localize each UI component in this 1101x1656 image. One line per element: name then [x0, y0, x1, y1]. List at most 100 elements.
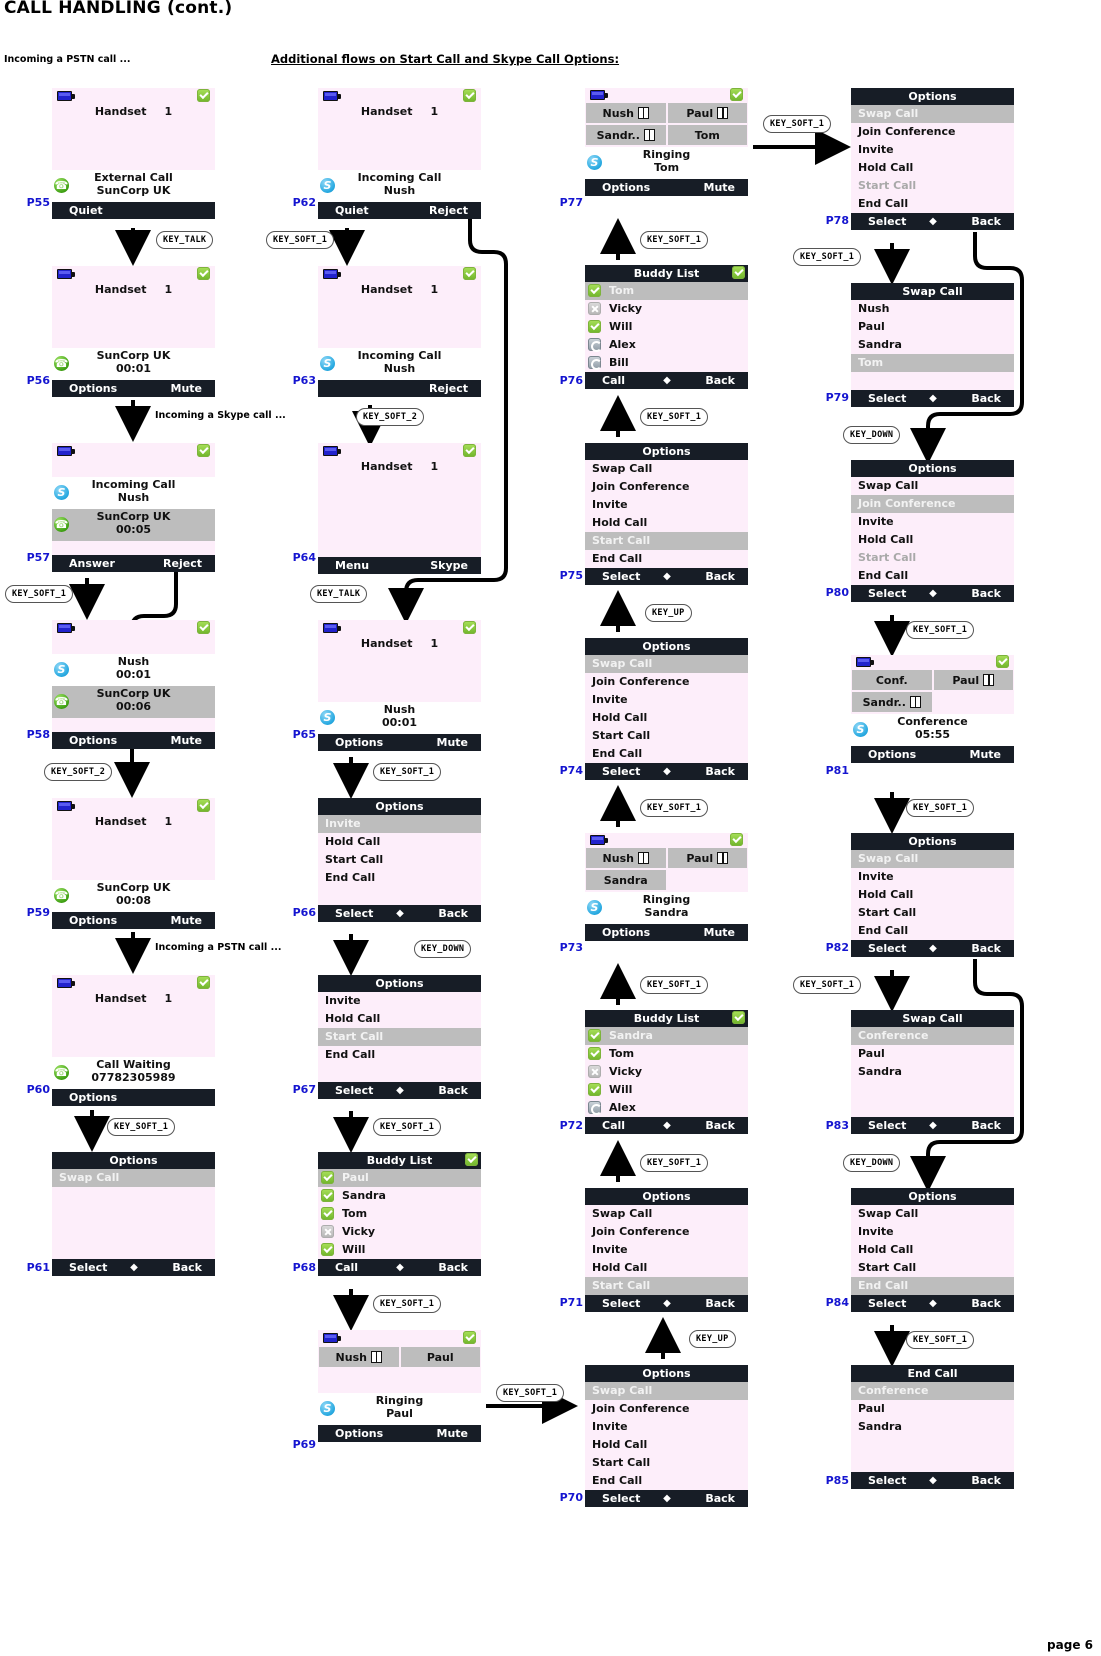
- key-talk[interactable]: KEY_TALK: [310, 585, 368, 603]
- softkey-bar[interactable]: Select ◆ Back: [318, 1082, 481, 1099]
- menu-item[interactable]: Swap Call: [851, 850, 1014, 868]
- list-item[interactable]: Alex: [585, 336, 748, 354]
- softkey-left[interactable]: Options: [69, 914, 117, 927]
- softkey-left[interactable]: Select: [602, 765, 640, 778]
- screen-P80[interactable]: Options Swap Call Join Conference Invite…: [851, 460, 1014, 602]
- softkey-bar[interactable]: Quiet: [52, 202, 215, 219]
- softkey-right[interactable]: Mute: [970, 748, 1002, 761]
- menu-item[interactable]: Conference: [851, 1382, 1014, 1400]
- softkey-left[interactable]: Call: [602, 1119, 625, 1132]
- screen-P56[interactable]: Handset 1 SunCorp UK 00:01 Options Mute: [52, 266, 215, 397]
- softkey-bar[interactable]: Select ◆ Back: [851, 1472, 1014, 1489]
- menu-item[interactable]: Paul: [851, 318, 1014, 336]
- menu-item[interactable]: Join Conference: [585, 1223, 748, 1241]
- softkey-left[interactable]: Options: [602, 181, 650, 194]
- menu-item[interactable]: Invite: [585, 1418, 748, 1436]
- softkey-bar[interactable]: Select ◆ Back: [851, 213, 1014, 230]
- menu-list[interactable]: Swap Call: [52, 1169, 215, 1187]
- screen-P70[interactable]: Options Swap Call Join Conference Invite…: [585, 1365, 748, 1507]
- screen-P75[interactable]: Options Swap Call Join Conference Invite…: [585, 443, 748, 585]
- softkey-bar[interactable]: Options Mute: [318, 734, 481, 751]
- key-soft-1[interactable]: KEY_SOFT_1: [906, 799, 975, 817]
- softkey-left[interactable]: Select: [868, 942, 906, 955]
- menu-item[interactable]: Join Conference: [585, 1400, 748, 1418]
- menu-item[interactable]: Start Call: [585, 532, 748, 550]
- menu-item[interactable]: Invite: [851, 513, 1014, 531]
- screen-P69[interactable]: Nush Paul S Ringing Paul Options Mute: [318, 1330, 481, 1442]
- menu-item[interactable]: Conference: [851, 1027, 1014, 1045]
- list-item[interactable]: Tom: [585, 282, 748, 300]
- menu-item[interactable]: Swap Call: [851, 477, 1014, 495]
- softkey-bar[interactable]: Options Mute: [585, 179, 748, 196]
- menu-item[interactable]: Nush: [851, 300, 1014, 318]
- key-soft-1[interactable]: KEY_SOFT_1: [373, 763, 442, 781]
- menu-item[interactable]: Sandra: [851, 1063, 1014, 1081]
- softkey-bar[interactable]: Select ◆ Back: [585, 763, 748, 780]
- menu-list[interactable]: Swap Call Invite Hold Call Start Call En…: [851, 850, 1014, 940]
- softkey-left[interactable]: Select: [868, 392, 906, 405]
- key-down[interactable]: KEY_DOWN: [843, 1154, 901, 1172]
- screen-P65[interactable]: Handset 1 S Nush 00:01 Options Mute: [318, 620, 481, 751]
- list-item[interactable]: Vicky: [585, 1063, 748, 1081]
- softkey-left[interactable]: Options: [602, 926, 650, 939]
- call-line-button[interactable]: Sandr..: [852, 692, 932, 712]
- call-line-button[interactable]: Paul: [933, 670, 1013, 690]
- softkey-left[interactable]: Options: [335, 1427, 383, 1440]
- buddy-list[interactable]: Tom Vicky Will Alex Bill: [585, 282, 748, 372]
- menu-item[interactable]: Start Call: [851, 904, 1014, 922]
- menu-item[interactable]: Invite: [318, 815, 481, 833]
- menu-item[interactable]: Swap Call: [52, 1169, 215, 1187]
- softkey-bar[interactable]: Options Mute: [52, 912, 215, 929]
- softkey-left[interactable]: Select: [868, 1474, 906, 1487]
- menu-item[interactable]: Invite: [585, 496, 748, 514]
- screen-P66[interactable]: Options Invite Hold Call Start Call End …: [318, 798, 481, 922]
- list-item[interactable]: Sandra: [585, 1027, 748, 1045]
- softkey-left[interactable]: Select: [602, 570, 640, 583]
- screen-P74[interactable]: Options Swap Call Join Conference Invite…: [585, 638, 748, 780]
- softkey-right[interactable]: Back: [705, 765, 735, 778]
- softkey-left[interactable]: Options: [69, 1091, 117, 1104]
- softkey-left[interactable]: Select: [335, 907, 373, 920]
- menu-item[interactable]: End Call: [851, 1277, 1014, 1295]
- menu-item[interactable]: Hold Call: [585, 1259, 748, 1277]
- list-item[interactable]: Will: [585, 318, 748, 336]
- softkey-right[interactable]: Reject: [163, 557, 202, 570]
- softkey-left[interactable]: Select: [602, 1297, 640, 1310]
- menu-list[interactable]: Swap Call Join Conference Invite Hold Ca…: [585, 1205, 748, 1295]
- list-item[interactable]: Bill: [585, 354, 748, 372]
- key-soft-1[interactable]: KEY_SOFT_1: [373, 1295, 442, 1313]
- screen-P59[interactable]: Handset 1 SunCorp UK 00:08 Options Mute: [52, 798, 215, 929]
- list-item[interactable]: Sandra: [318, 1187, 481, 1205]
- key-soft-1[interactable]: KEY_SOFT_1: [5, 585, 74, 603]
- menu-item[interactable]: Start Call: [585, 1277, 748, 1295]
- menu-item[interactable]: Join Conference: [585, 673, 748, 691]
- softkey-right[interactable]: Back: [705, 1297, 735, 1310]
- softkey-right[interactable]: Back: [705, 1492, 735, 1505]
- key-soft-1[interactable]: KEY_SOFT_1: [793, 248, 862, 266]
- key-soft-1[interactable]: KEY_SOFT_1: [640, 976, 709, 994]
- menu-item[interactable]: Hold Call: [585, 514, 748, 532]
- screen-P61[interactable]: Options Swap Call Select ◆ Back: [52, 1152, 215, 1276]
- softkey-left[interactable]: Menu: [335, 559, 369, 572]
- softkey-left[interactable]: Quiet: [69, 204, 103, 217]
- screen-P60[interactable]: Handset 1 Call Waiting 07782305989 Option…: [52, 975, 215, 1106]
- call-line-button[interactable]: Paul: [400, 1347, 480, 1367]
- menu-list[interactable]: Swap Call Join Conference Invite Hold Ca…: [851, 477, 1014, 585]
- menu-item[interactable]: Join Conference: [851, 123, 1014, 141]
- softkey-right[interactable]: Back: [971, 392, 1001, 405]
- screen-P78[interactable]: Options Swap Call Join Conference Invite…: [851, 88, 1014, 230]
- screen-P77[interactable]: Nush Paul Sandr.. Tom S Ringing Tom Opti…: [585, 88, 748, 196]
- key-soft-1[interactable]: KEY_SOFT_1: [640, 1154, 709, 1172]
- softkey-bar[interactable]: Menu Skype: [318, 557, 481, 574]
- softkey-right[interactable]: Back: [705, 374, 735, 387]
- screen-P82[interactable]: Options Swap Call Invite Hold Call Start…: [851, 833, 1014, 957]
- screen-P79[interactable]: Swap Call Nush Paul Sandra Tom Select ◆ …: [851, 283, 1014, 407]
- menu-item[interactable]: Hold Call: [851, 886, 1014, 904]
- menu-list[interactable]: Conference Paul Sandra: [851, 1382, 1014, 1436]
- screen-P55[interactable]: Handset 1 External Call SunCorp UK Quiet: [52, 88, 215, 219]
- softkey-bar[interactable]: Options Mute: [318, 1425, 481, 1442]
- call-lines[interactable]: Nush Paul: [318, 1346, 481, 1367]
- menu-item[interactable]: Paul: [851, 1400, 1014, 1418]
- key-down[interactable]: KEY_DOWN: [843, 426, 901, 444]
- screen-P71[interactable]: Options Swap Call Join Conference Invite…: [585, 1188, 748, 1312]
